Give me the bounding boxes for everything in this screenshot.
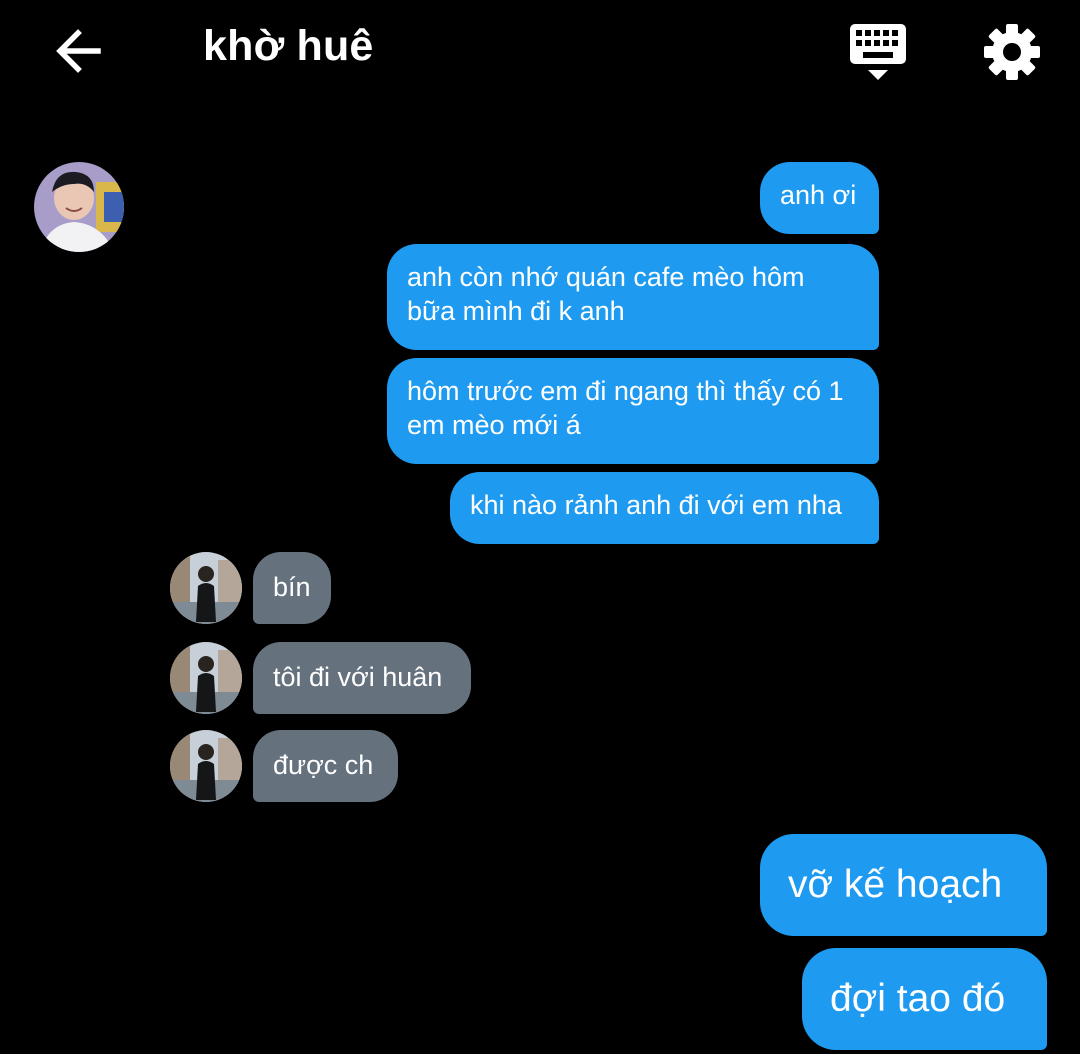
arrow-left-icon xyxy=(56,29,101,73)
message-bubble-outgoing[interactable]: vỡ kế hoạch xyxy=(760,834,1047,936)
message-bubble-incoming[interactable]: được ch xyxy=(253,730,398,802)
chat-header: khờ huê xyxy=(0,0,1080,100)
avatar-photo xyxy=(34,162,124,252)
sender-avatar[interactable] xyxy=(170,552,242,624)
message-bubble-outgoing[interactable]: khi nào rảnh anh đi với em nha xyxy=(450,472,879,544)
back-button[interactable] xyxy=(48,20,110,82)
gear-icon xyxy=(984,24,1040,80)
keyboard-icon xyxy=(850,24,906,80)
contact-avatar[interactable] xyxy=(34,162,124,252)
message-bubble-incoming[interactable]: bín xyxy=(253,552,331,624)
sender-avatar[interactable] xyxy=(170,642,242,714)
sender-avatar[interactable] xyxy=(170,730,242,802)
message-bubble-outgoing[interactable]: anh còn nhớ quán cafe mèo hôm bữa mình đ… xyxy=(387,244,879,350)
conversation-title: khờ huê xyxy=(203,22,374,70)
keyboard-toggle-button[interactable] xyxy=(846,22,910,84)
avatar-photo xyxy=(170,552,242,624)
message-bubble-outgoing[interactable]: hôm trước em đi ngang thì thấy có 1 em m… xyxy=(387,358,879,464)
avatar-photo xyxy=(170,642,242,714)
message-bubble-outgoing[interactable]: đợi tao đó xyxy=(802,948,1047,1050)
message-bubble-incoming[interactable]: tôi đi với huân xyxy=(253,642,471,714)
message-bubble-outgoing[interactable]: anh ơi xyxy=(760,162,879,234)
settings-button[interactable] xyxy=(980,20,1044,84)
avatar-photo xyxy=(170,730,242,802)
